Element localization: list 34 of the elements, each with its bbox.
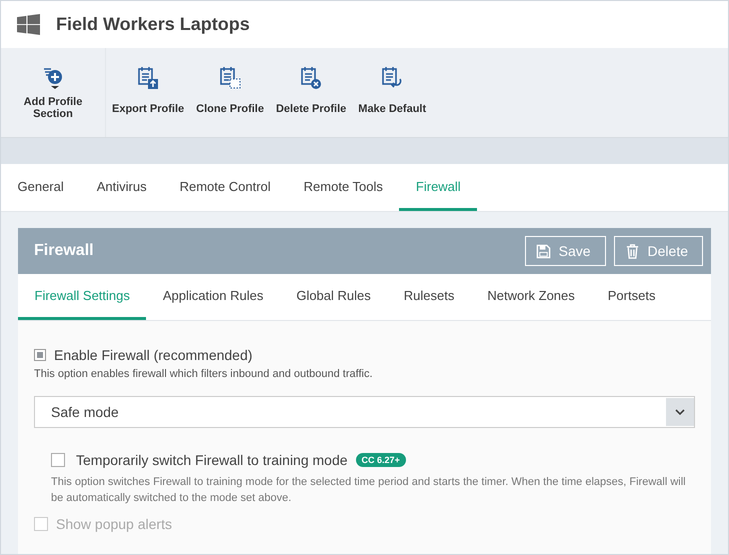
toolbar-button[interactable]: Export Profile (106, 48, 190, 137)
panel-title: Firewall (34, 242, 94, 260)
add-list-icon (41, 66, 65, 90)
window-title: Field Workers Laptops (56, 14, 250, 35)
settings-tab[interactable]: Application Rules (146, 274, 280, 320)
toolbar-button[interactable]: Delete Profile (270, 48, 352, 137)
profile-tab[interactable]: General (1, 164, 80, 211)
version-badge: CC 6.27+ (356, 453, 406, 467)
clone-document-icon (218, 66, 242, 90)
profile-tab[interactable]: Remote Control (163, 164, 288, 211)
checkbox-label: Temporarily switch Firewall to training mode (76, 452, 348, 468)
checkbox[interactable] (34, 349, 46, 361)
delete-document-icon (299, 66, 324, 90)
profile-tab[interactable]: Remote Tools (287, 164, 400, 211)
checkbox-label: Show popup alerts (56, 516, 172, 532)
windows-logo-icon (17, 14, 40, 35)
checkbox-label: Enable Firewall (recommended) (54, 347, 252, 363)
toolbar-button[interactable]: Clone Profile (190, 48, 270, 137)
settings-tab[interactable]: Network Zones (470, 274, 592, 320)
toolbar-button[interactable]: Add Profile Section (1, 48, 106, 137)
export-document-icon (136, 66, 160, 90)
save-icon (536, 244, 551, 258)
checkbox[interactable] (51, 453, 65, 467)
settings-tab[interactable]: Portsets (591, 274, 672, 320)
chevron-down-icon (675, 409, 685, 415)
toolbar-button[interactable]: Make Default (352, 48, 432, 137)
trash-icon (624, 244, 640, 258)
refresh-document-icon (380, 66, 404, 90)
profile-tab[interactable]: Antivirus (80, 164, 164, 211)
settings-tab[interactable]: Global Rules (280, 274, 388, 320)
option-description: This option switches Firewall to training mode for the selected time period and starts the timer. When the time elapses, Firewall will be automatically switched to the mode set above. (51, 475, 687, 506)
option-description: This option enables firewall which filters inbound and outbound traffic. (34, 367, 374, 382)
settings-tab[interactable]: Rulesets (387, 274, 471, 320)
mode-dropdown[interactable]: Safe mode (34, 396, 695, 428)
